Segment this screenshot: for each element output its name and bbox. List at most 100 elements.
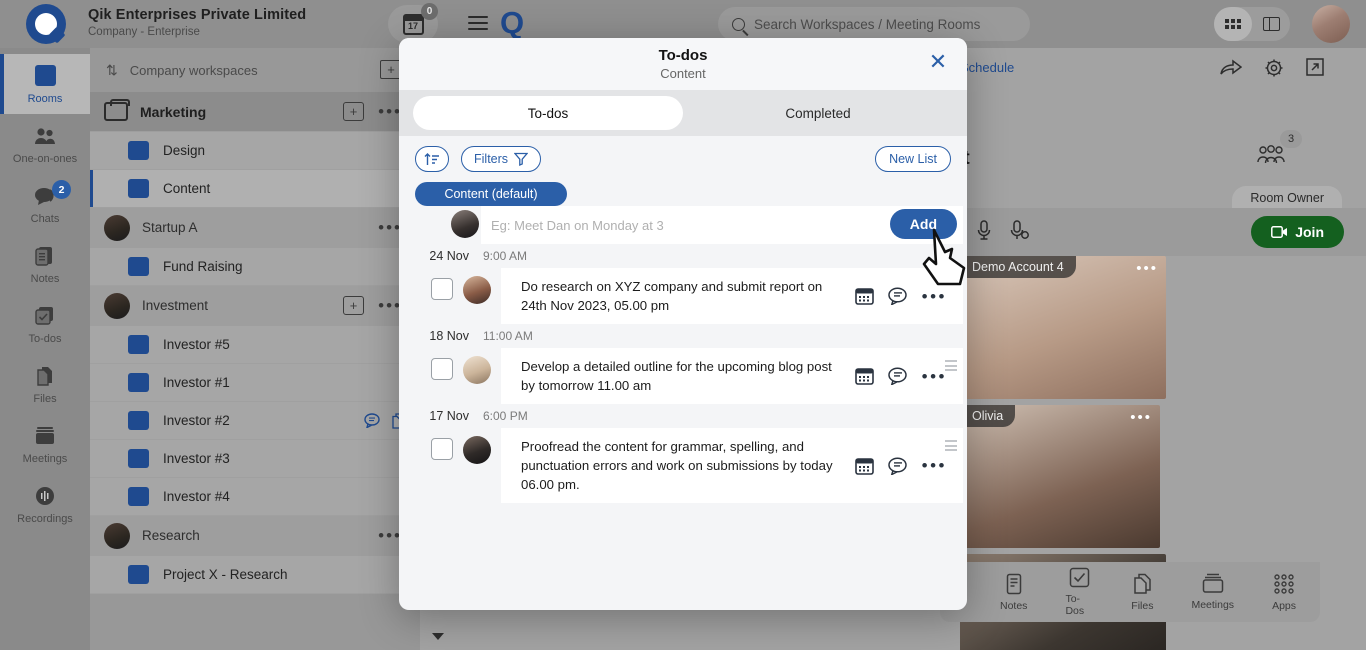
schedule-link[interactable]: Schedule [960, 60, 1014, 75]
new-list-button[interactable]: New List [875, 146, 951, 172]
sidebar-item-one-on-ones[interactable]: One-on-ones [0, 114, 90, 174]
tab-completed[interactable]: Completed [683, 96, 953, 130]
more-icon[interactable]: ••• [922, 288, 947, 305]
add-room-icon[interactable]: + [343, 296, 364, 315]
list-item-label: Fund Raising [163, 259, 243, 274]
tab-todos[interactable]: To-dos [413, 96, 683, 130]
bottom-item-files[interactable]: Files [1131, 573, 1153, 612]
nav-rail: Rooms One-on-ones 2 Chats Notes To-dos F… [0, 48, 90, 650]
layout-toggle[interactable] [1214, 7, 1290, 41]
task-checkbox[interactable] [431, 358, 453, 380]
rooms-icon [33, 64, 57, 88]
workspace-item-fund-raising[interactable]: Fund Raising [90, 248, 420, 286]
share-icon[interactable] [1220, 58, 1242, 76]
room-header-icons [1220, 58, 1324, 78]
grid-icon [1225, 19, 1241, 29]
workspace-header-label: Company workspaces [129, 62, 258, 78]
filters-button[interactable]: Filters [461, 146, 542, 172]
room-owner-label: Room Owner [1232, 186, 1342, 209]
task-time: 9:00 AM [483, 249, 528, 263]
calendar-icon[interactable] [854, 457, 874, 475]
company-name: Qik Enterprises Private Limited [88, 7, 307, 23]
workspace-item-investor-3[interactable]: Investor #3 [90, 440, 420, 478]
sidebar-item-recordings[interactable]: Recordings [0, 474, 90, 534]
more-icon[interactable]: ••• [1136, 260, 1158, 277]
workspace-item-project-x-research[interactable]: Project X - Research [90, 556, 420, 594]
workspace-group-startup-a[interactable]: Startup A ••• [90, 208, 420, 248]
video-tile[interactable]: Demo Account 4 ••• [960, 256, 1166, 399]
task-date-row: 17 Nov 6:00 PM [399, 404, 967, 428]
calendar-icon: 17 [402, 13, 424, 35]
bottom-item-meetings[interactable]: Meetings [1191, 573, 1234, 611]
list-item-label: Investor #5 [163, 337, 230, 352]
expand-icon[interactable] [1306, 58, 1324, 76]
menu-icon[interactable] [468, 16, 488, 34]
bottom-item-to-dos[interactable]: To-Dos [1065, 567, 1093, 617]
add-room-icon[interactable]: + [343, 102, 364, 121]
participants-button[interactable]: 3 [1256, 130, 1302, 171]
modal-body: Add 24 Nov 9:00 AM Do research on XYZ co… [399, 206, 967, 610]
task-checkbox[interactable] [431, 278, 453, 300]
sidebar-item-chats[interactable]: 2 Chats [0, 174, 90, 234]
grid-view-button[interactable] [1214, 7, 1252, 41]
chat-icon[interactable] [364, 412, 381, 428]
task-checkbox[interactable] [431, 438, 453, 460]
more-icon[interactable]: ••• [922, 457, 947, 474]
calendar-icon[interactable] [854, 367, 874, 385]
sidebar-item-to-dos[interactable]: To-dos [0, 294, 90, 354]
bottom-item-apps[interactable]: Apps [1272, 573, 1296, 612]
task-row[interactable]: Develop a detailed outline for the upcom… [399, 348, 967, 404]
drag-handle-icon[interactable] [945, 360, 957, 371]
video-camera-icon [1271, 226, 1288, 238]
room-chip-icon [128, 449, 149, 468]
search-input[interactable]: Search Workspaces / Meeting Rooms [718, 7, 1030, 41]
room-chip-icon [128, 257, 149, 276]
room-chip-icon [128, 373, 149, 392]
workspace-item-investor-4[interactable]: Investor #4 [90, 478, 420, 516]
group-label: Investment [142, 298, 209, 313]
filters-label: Filters [474, 152, 509, 166]
notes-icon [1006, 573, 1021, 594]
list-item-label: Design [163, 143, 206, 158]
workspace-group-investment[interactable]: Investment + ••• [90, 286, 420, 326]
sidebar-item-notes[interactable]: Notes [0, 234, 90, 294]
active-list-chip[interactable]: Content (default) [415, 182, 567, 206]
join-button[interactable]: Join [1251, 216, 1344, 248]
comment-icon[interactable] [887, 287, 908, 305]
drag-handle-icon[interactable] [945, 440, 957, 451]
comment-icon[interactable] [887, 456, 908, 475]
sidebar-item-rooms[interactable]: Rooms [0, 54, 90, 114]
mic-settings-icon[interactable] [1010, 219, 1030, 246]
participants-icon [1257, 145, 1285, 164]
workspace-group-marketing[interactable]: Marketing + ••• [90, 92, 420, 132]
task-row[interactable]: Proofread the content for grammar, spell… [399, 428, 967, 503]
split-view-button[interactable] [1252, 7, 1290, 41]
calendar-icon[interactable] [854, 287, 874, 305]
sidebar-item-meetings[interactable]: Meetings [0, 414, 90, 474]
sort-icon[interactable]: ⇅ [106, 62, 118, 79]
task-row[interactable]: Do research on XYZ company and submit re… [399, 268, 967, 324]
scroll-down-caret[interactable] [432, 633, 444, 640]
workspace-item-investor-1[interactable]: Investor #1 [90, 364, 420, 402]
user-avatar[interactable] [1312, 5, 1350, 43]
sidebar-item-files[interactable]: Files [0, 354, 90, 414]
workspace-item-design[interactable]: Design [90, 132, 420, 170]
video-tile[interactable]: Olivia ••• [960, 405, 1160, 548]
gear-icon[interactable] [1264, 58, 1284, 78]
workspace-item-content[interactable]: Content [90, 170, 420, 208]
qik-logo[interactable] [18, 2, 74, 46]
close-icon[interactable]: ✕ [927, 51, 949, 74]
mic-icon[interactable] [976, 219, 992, 246]
sort-button[interactable] [415, 146, 449, 172]
comment-icon[interactable] [887, 367, 908, 385]
more-icon[interactable]: ••• [1130, 409, 1152, 426]
add-task-row: Add [451, 206, 963, 244]
workspace-item-investor-5[interactable]: Investor #5 [90, 326, 420, 364]
bottom-item-label: To-Dos [1065, 593, 1085, 617]
workspace-item-investor-2[interactable]: Investor #2 [90, 402, 420, 440]
bottom-item-notes[interactable]: Notes [1000, 573, 1027, 612]
workspace-group-research[interactable]: Research ••• [90, 516, 420, 556]
modal-tabs: To-dos Completed [399, 90, 967, 136]
avatar [451, 210, 479, 238]
more-icon[interactable]: ••• [922, 368, 947, 385]
